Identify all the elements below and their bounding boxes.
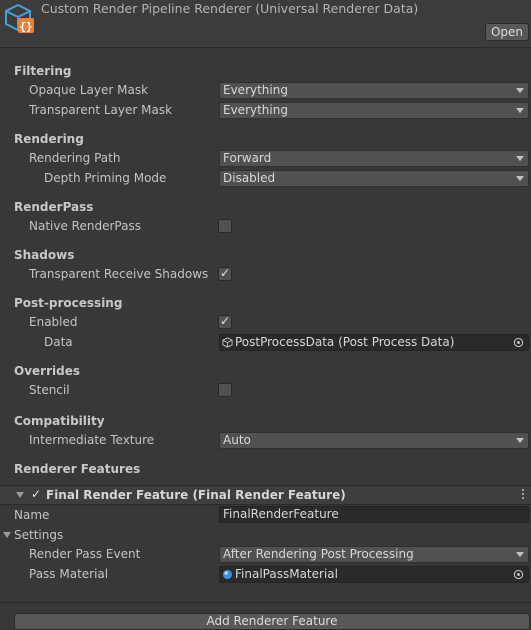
native-renderpass-checkbox[interactable]: [218, 219, 232, 233]
opaque-layer-mask-label: Opaque Layer Mask: [29, 83, 149, 97]
depth-priming-mode-dropdown[interactable]: Disabled: [219, 170, 529, 187]
feature-enabled-toggle[interactable]: ✓: [31, 487, 41, 501]
intermediate-texture-value: Auto: [223, 433, 251, 447]
native-renderpass-label: Native RenderPass: [29, 219, 141, 233]
overrides-header: Overrides: [14, 364, 80, 378]
svg-text:{}: {}: [19, 20, 32, 33]
material-sphere-icon: [222, 569, 233, 580]
depth-priming-mode-value: Disabled: [223, 171, 276, 185]
dropdown-arrow-icon: [516, 88, 524, 93]
opaque-layer-mask-value: Everything: [223, 83, 288, 97]
asset-title: Custom Render Pipeline Renderer (Univers…: [41, 1, 419, 16]
pass-material-field[interactable]: FinalPassMaterial: [219, 566, 529, 583]
rendering-path-label: Rendering Path: [29, 151, 121, 165]
dropdown-arrow-icon: [516, 156, 524, 161]
asset-cube-icon: [222, 337, 233, 348]
renderer-feature-header[interactable]: ✓ Final Render Feature (Final Render Fea…: [0, 485, 531, 505]
check-icon: ✓: [220, 314, 231, 328]
feature-name-label: Name: [14, 508, 50, 522]
transparent-layer-mask-dropdown[interactable]: Everything: [219, 102, 529, 119]
stencil-label: Stencil: [29, 383, 70, 397]
open-button[interactable]: Open: [485, 23, 529, 41]
shadows-header: Shadows: [14, 248, 75, 262]
compatibility-header: Compatibility: [14, 414, 105, 428]
transparent-layer-mask-label: Transparent Layer Mask: [29, 103, 173, 117]
transparent-layer-mask-value: Everything: [223, 103, 288, 117]
opaque-layer-mask-dropdown[interactable]: Everything: [219, 82, 529, 99]
rendering-path-dropdown[interactable]: Forward: [219, 150, 529, 167]
settings-foldout-icon[interactable]: [3, 532, 11, 538]
foldout-expanded-icon[interactable]: [16, 492, 24, 498]
pass-material-value: FinalPassMaterial: [235, 567, 338, 581]
object-picker-icon[interactable]: [513, 569, 524, 580]
pass-material-label: Pass Material: [29, 567, 109, 581]
transparent-receive-shadows-label: Transparent Receive Shadows: [29, 267, 209, 281]
post-processing-header: Post-processing: [14, 296, 123, 310]
object-picker-icon[interactable]: [513, 337, 524, 348]
dropdown-arrow-icon: [516, 108, 524, 113]
add-renderer-feature-button[interactable]: Add Renderer Feature: [14, 613, 530, 630]
render-pass-event-value: After Rendering Post Processing: [223, 547, 414, 561]
post-processing-enabled-checkbox[interactable]: ✓: [218, 314, 232, 329]
renderpass-header: RenderPass: [14, 200, 94, 214]
divider: [0, 602, 531, 603]
script-asset-icon: {}: [5, 3, 34, 33]
more-options-icon[interactable]: [521, 489, 525, 501]
render-pass-event-label: Render Pass Event: [29, 547, 141, 561]
renderer-features-header: Renderer Features: [14, 462, 141, 476]
check-icon: ✓: [220, 266, 231, 280]
transparent-receive-shadows-checkbox[interactable]: ✓: [218, 266, 232, 281]
dropdown-arrow-icon: [516, 176, 524, 181]
dropdown-arrow-icon: [516, 438, 524, 443]
depth-priming-mode-label: Depth Priming Mode: [44, 171, 167, 185]
intermediate-texture-label: Intermediate Texture: [29, 433, 155, 447]
feature-title: Final Render Feature (Final Render Featu…: [46, 488, 346, 502]
post-process-data-field[interactable]: PostProcessData (Post Process Data): [219, 334, 529, 351]
render-pass-event-dropdown[interactable]: After Rendering Post Processing: [219, 546, 529, 563]
inspector-header: {} Custom Render Pipeline Renderer (Univ…: [0, 0, 531, 48]
rendering-path-value: Forward: [223, 151, 272, 165]
filtering-header: Filtering: [14, 64, 72, 78]
rendering-header: Rendering: [14, 132, 84, 146]
post-processing-data-label: Data: [44, 335, 73, 349]
settings-foldout-label[interactable]: Settings: [14, 528, 63, 542]
feature-name-input[interactable]: FinalRenderFeature: [219, 506, 529, 523]
intermediate-texture-dropdown[interactable]: Auto: [219, 432, 529, 449]
stencil-checkbox[interactable]: [218, 383, 232, 397]
post-process-data-value: PostProcessData (Post Process Data): [235, 335, 455, 349]
post-processing-enabled-label: Enabled: [29, 315, 78, 329]
feature-name-value: FinalRenderFeature: [223, 507, 339, 521]
dropdown-arrow-icon: [516, 552, 524, 557]
